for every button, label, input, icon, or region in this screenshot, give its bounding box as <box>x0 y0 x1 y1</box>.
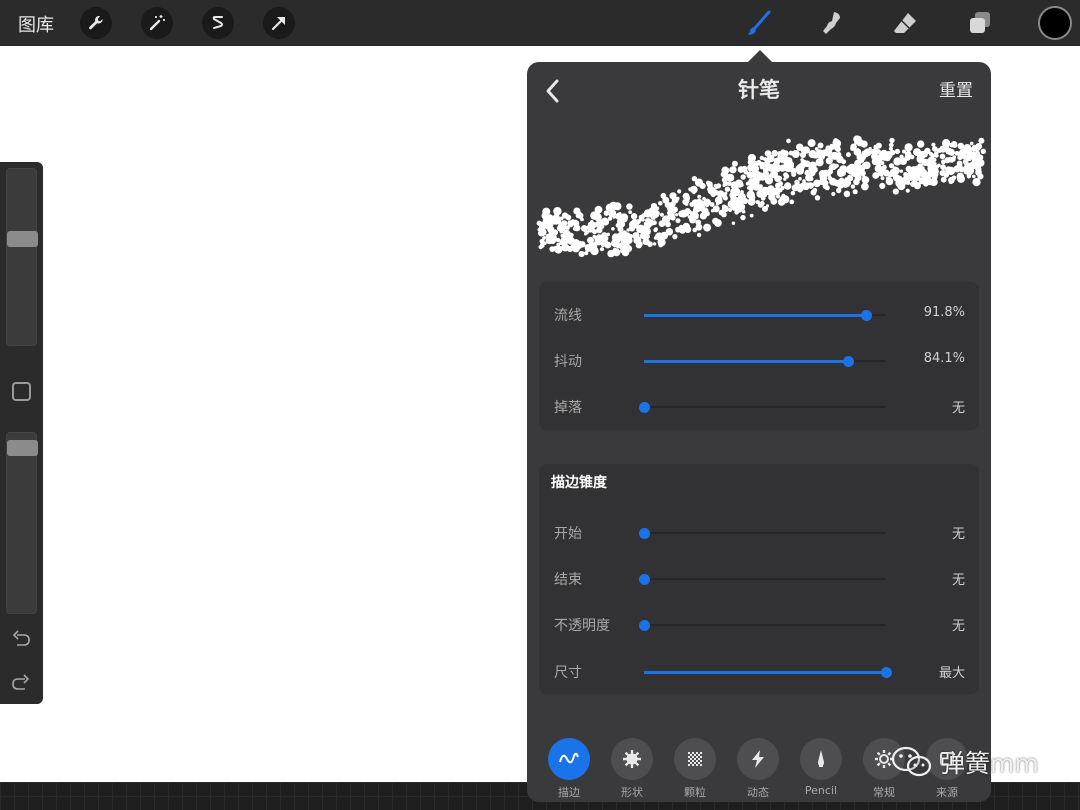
stroke-properties-group: 流线 91.8% 抖动 84.1% 掉落 无 <box>539 282 979 430</box>
taper-start-slider[interactable] <box>639 528 886 539</box>
redo-icon[interactable] <box>9 672 33 696</box>
row-label: 流线 <box>554 308 582 324</box>
slider-thumb <box>639 402 650 413</box>
taper-end-slider[interactable] <box>639 574 886 585</box>
row-value: 无 <box>951 573 965 588</box>
tab-dynamics[interactable]: 动态 <box>728 738 788 799</box>
grain-checker-icon <box>674 738 716 780</box>
wechat-icon <box>891 746 932 777</box>
row-label: 开始 <box>554 526 582 542</box>
brush-studio-panel: 针笔 重置 流线 91.8% 抖动 84.1% 掉落 无 描边锥度 开始 无 结… <box>527 62 991 802</box>
shape-gear-icon <box>611 738 653 780</box>
row-label: 结束 <box>554 572 582 588</box>
transform-arrow-icon[interactable] <box>263 7 295 39</box>
tab-label: 颗粒 <box>684 786 706 799</box>
taper-size-row[interactable]: 尺寸 最大 <box>539 657 979 687</box>
row-value: 91.8% <box>923 305 965 320</box>
pencil-tip-icon <box>800 738 842 780</box>
brush-size-slider-knob[interactable] <box>7 231 38 247</box>
color-picker-swatch[interactable] <box>1038 6 1072 40</box>
tab-shape[interactable]: 形状 <box>602 738 662 799</box>
stroke-preview <box>527 114 991 282</box>
wrench-icon[interactable] <box>80 7 112 39</box>
streamline-row[interactable]: 流线 91.8% <box>539 300 979 330</box>
tab-label: 常规 <box>873 786 895 799</box>
row-label: 不透明度 <box>554 618 610 634</box>
row-label: 尺寸 <box>554 665 582 681</box>
row-value: 无 <box>951 527 965 542</box>
stroke-taper-group: 描边锥度 开始 无 结束 无 不透明度 无 尺寸 最大 <box>539 464 979 694</box>
taper-opacity-row[interactable]: 不透明度 无 <box>539 610 979 640</box>
panel-pointer <box>748 50 772 62</box>
tab-label: 描边 <box>558 786 580 799</box>
taper-opacity-slider[interactable] <box>639 620 886 631</box>
slider-thumb <box>639 528 650 539</box>
tab-label: Pencil <box>804 784 838 797</box>
watermark: 弹簧mm <box>890 740 1039 784</box>
brush-opacity-slider-knob[interactable] <box>7 440 38 456</box>
lightning-icon <box>737 738 779 780</box>
taper-size-slider[interactable] <box>644 667 892 678</box>
modify-button[interactable] <box>12 382 31 401</box>
row-label: 抖动 <box>554 354 582 370</box>
slider-thumb <box>639 620 650 631</box>
undo-icon[interactable] <box>9 628 33 652</box>
magic-wand-icon[interactable] <box>141 7 173 39</box>
slider-thumb <box>881 667 892 678</box>
jitter-slider[interactable] <box>644 356 886 367</box>
layers-icon[interactable] <box>963 6 997 40</box>
row-value: 无 <box>951 619 965 634</box>
smudge-icon[interactable] <box>815 6 849 40</box>
tab-pencil[interactable]: Pencil <box>791 738 851 798</box>
slider-thumb <box>861 310 872 321</box>
brush-icon[interactable] <box>742 6 776 40</box>
tab-label: 动态 <box>747 786 769 799</box>
brush-name-title: 针笔 <box>738 78 780 102</box>
row-label: 掉落 <box>554 400 582 416</box>
jitter-row[interactable]: 抖动 84.1% <box>539 346 979 376</box>
stroke-wave-icon <box>548 738 590 780</box>
taper-start-row[interactable]: 开始 无 <box>539 518 979 548</box>
reset-button[interactable]: 重置 <box>939 76 973 101</box>
row-value: 最大 <box>938 666 965 681</box>
tab-grain[interactable]: 颗粒 <box>665 738 725 799</box>
streamline-slider[interactable] <box>644 310 886 321</box>
falloff-slider[interactable] <box>639 402 886 413</box>
eraser-icon[interactable] <box>888 6 922 40</box>
gallery-button[interactable]: 图库 <box>18 11 54 37</box>
slider-thumb <box>843 356 854 367</box>
brush-size-slider[interactable] <box>6 168 38 346</box>
tab-stroke[interactable]: 描边 <box>539 738 599 799</box>
top-toolbar: 图库 <box>0 0 1080 46</box>
left-sidebar <box>0 162 43 704</box>
row-value: 无 <box>951 401 965 416</box>
taper-end-row[interactable]: 结束 无 <box>539 564 979 594</box>
falloff-row[interactable]: 掉落 无 <box>539 392 979 422</box>
row-value: 84.1% <box>923 351 965 366</box>
slider-thumb <box>639 574 650 585</box>
group-title: 描边锥度 <box>551 475 607 491</box>
selection-icon[interactable] <box>202 7 234 39</box>
watermark-text: 弹簧mm <box>940 749 1039 778</box>
brush-opacity-slider[interactable] <box>6 432 38 614</box>
tab-label: 来源 <box>936 786 958 799</box>
tab-label: 形状 <box>621 786 643 799</box>
